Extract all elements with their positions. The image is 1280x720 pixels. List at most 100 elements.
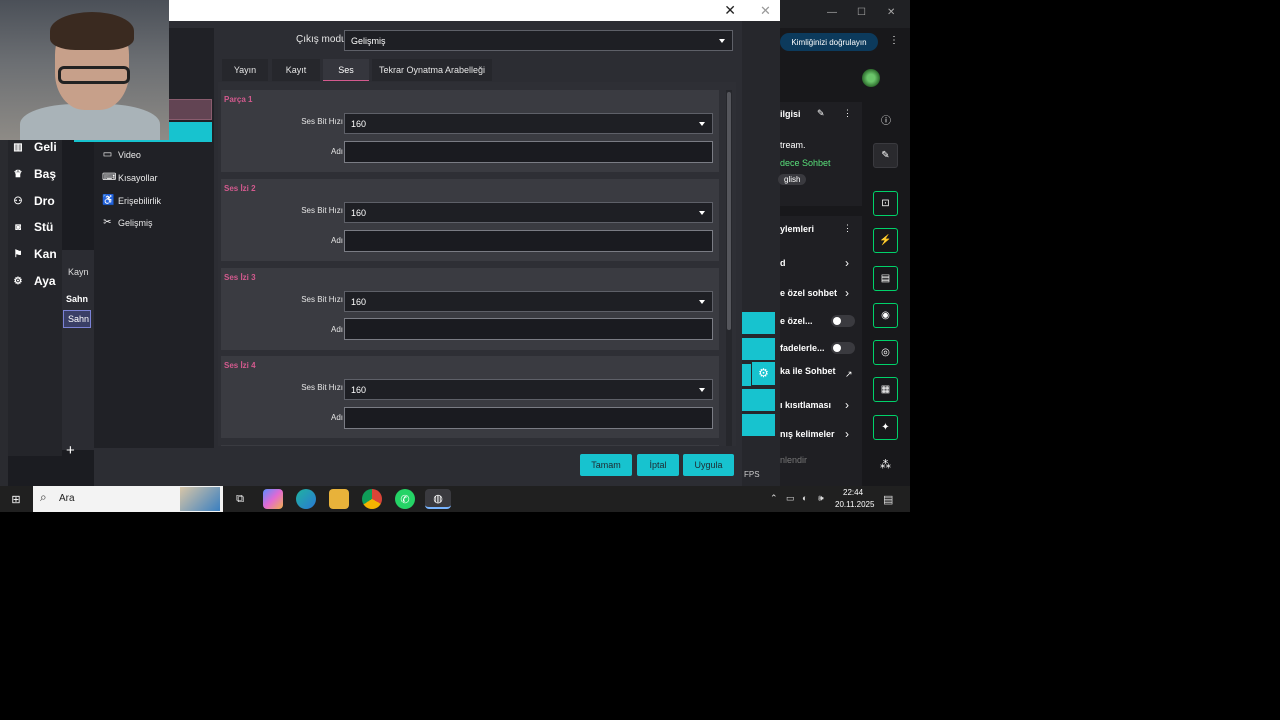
chrome-icon[interactable] [362,489,382,509]
name-label: Adı [330,147,343,156]
tab-stream[interactable]: Yayın [222,59,268,81]
focus-icon[interactable]: ⊡ [873,191,898,216]
main-nav-item-3[interactable]: ◙ Stü [12,220,53,234]
category-hotkeys[interactable]: ⌨ Kısayollar [102,172,158,183]
chat-icon[interactable]: ◉ [873,303,898,328]
output-mode-label: Çıkış modu [296,34,347,45]
tab-audio[interactable]: Ses [323,59,369,81]
category-accessibility[interactable]: ♿ Erişebilirlik [102,195,161,206]
edge-icon[interactable] [296,489,316,509]
file-explorer-icon[interactable] [329,489,349,509]
layout-icon[interactable]: ▦ [873,377,898,402]
mod-action-row[interactable]: nlendir [780,455,807,465]
mod-action-row[interactable]: ka ile Sohbet [780,366,836,376]
name-label: Adı [330,413,343,422]
more-tools-icon[interactable]: ⁂ [880,458,891,471]
track-title: Ses İzi 4 [224,361,256,370]
chevron-down-icon [699,122,705,126]
mod-action-row[interactable]: e özel sohbet [780,288,837,298]
avatar[interactable] [862,69,880,87]
ok-button[interactable]: Tamam [580,454,632,476]
settings-scrollbar-thumb[interactable] [727,92,731,330]
tab-recording[interactable]: Kayıt [272,59,320,81]
language-tag: glish [778,174,807,185]
notifications-icon[interactable]: ▤ [883,493,893,506]
track-2-bitrate-select[interactable]: 160 [344,202,713,223]
category-advanced[interactable]: ✂ Gelişmiş [102,217,152,228]
more-options-icon[interactable]: ⋮ [843,223,852,234]
output-mode-select[interactable]: Gelişmiş [344,30,733,51]
cancel-button[interactable]: İptal [637,454,679,476]
mod-action-row[interactable]: nış kelimeler [780,429,835,439]
category-video[interactable]: ▭ Video [102,149,141,160]
edit-icon[interactable]: ✎ [873,143,898,168]
minimize-icon[interactable]: — [827,7,837,18]
task-view-icon[interactable]: ⧉ [230,489,250,509]
webcam-overlay [0,0,169,140]
search-highlight-image [180,487,220,511]
battery-icon[interactable]: ▭ [786,493,795,504]
mod-actions-header: ylemleri [780,224,815,234]
track-4-name-input[interactable] [344,407,713,429]
chevron-right-icon: › [845,427,849,441]
chevron-right-icon: › [845,286,849,300]
apply-button[interactable]: Uygula [683,454,734,476]
copilot-icon[interactable] [263,489,283,509]
accessibility-icon: ♿ [102,195,115,206]
studio-icon: ◙ [14,221,22,233]
wrench-icon[interactable]: ✦ [873,415,898,440]
track-2-name-input[interactable] [344,230,713,252]
tab-replay-buffer[interactable]: Tekrar Oynatma Arabelleği [372,59,492,81]
windows-start-icon[interactable]: ⊞ [6,489,26,509]
main-nav-item-1[interactable]: ♛ Baş [12,167,57,181]
track-1-name-input[interactable] [344,141,713,163]
mod-action-row[interactable]: e özel... [780,316,813,326]
volume-icon[interactable]: 🕪 [818,493,824,504]
scene-dock [62,250,94,450]
broadcast-icon[interactable]: ◎ [873,340,898,365]
main-nav-item-5[interactable]: ⚙ Aya [12,274,56,288]
bitrate-label: Ses Bit Hızı [301,117,343,126]
verify-identity-button[interactable]: Kimliğinizi doğrulayın [780,33,878,51]
mod-action-row[interactable]: d [780,258,786,268]
main-nav-item-0[interactable]: ▥ Geli [12,140,56,154]
edit-icon[interactable]: ✎ [817,108,825,119]
main-nav-item-4[interactable]: ⚑ Kan [12,247,57,261]
track-3-bitrate-select[interactable]: 160 [344,291,713,312]
chevron-right-icon: › [845,398,849,412]
scene-list-item[interactable]: Sahn [63,310,91,328]
control-button[interactable] [742,389,775,411]
add-scene-button[interactable]: + [66,442,75,459]
track-1-bitrate-select[interactable]: 160 [344,113,713,134]
mod-action-row[interactable]: fadelerle... [780,343,825,353]
mod-action-row[interactable]: ı kısıtlaması [780,400,831,410]
info-icon[interactable]: ⓘ [881,112,891,127]
main-nav-item-2[interactable]: ⚇ Dro [12,194,55,208]
control-button[interactable] [742,338,775,360]
track-4-bitrate-select[interactable]: 160 [344,379,713,400]
browser-titlebar: — ☐ ✕ [780,0,910,28]
trophy-icon: ♛ [13,168,23,180]
whatsapp-icon[interactable]: ✆ [395,489,415,509]
track-3-name-input[interactable] [344,318,713,340]
close-icon[interactable]: ✕ [724,2,736,19]
toggle-switch[interactable] [831,315,855,327]
toggle-switch[interactable] [831,342,855,354]
lightning-icon[interactable]: ⚡ [873,228,898,253]
obs-icon[interactable]: ◍ [425,489,451,509]
control-button[interactable] [742,312,775,334]
control-button[interactable] [742,364,751,386]
bitrate-label: Ses Bit Hızı [301,295,343,304]
more-options-icon[interactable]: ⋮ [843,108,852,119]
document-icon[interactable]: ▤ [873,266,898,291]
gear-icon[interactable]: ⚙ [752,362,775,385]
taskbar-clock-date[interactable]: 20.11.2025 [835,500,874,509]
camera-icon[interactable]: ◐ [802,493,807,503]
tray-overflow-icon[interactable]: ⌃ [770,493,778,504]
maximize-icon[interactable]: ☐ [857,7,866,18]
close-icon[interactable]: ✕ [887,7,895,18]
close-icon[interactable]: ✕ [760,3,771,19]
more-options-icon[interactable]: ⋮ [889,35,899,46]
control-button[interactable] [742,414,775,436]
taskbar-clock-time[interactable]: 22:44 [843,488,863,497]
